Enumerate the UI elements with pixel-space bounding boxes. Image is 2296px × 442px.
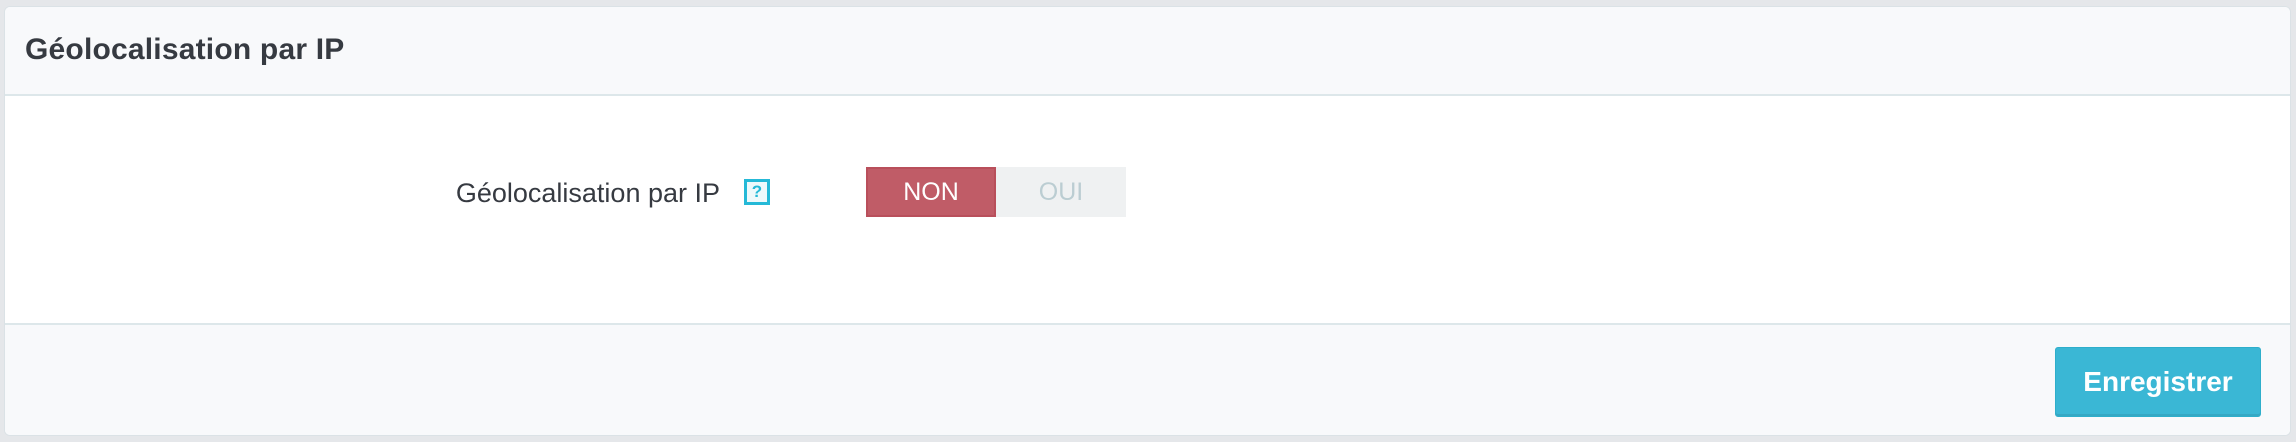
help-icon[interactable]: ? [744,179,770,205]
geolocation-panel: Géolocalisation par IP Géolocalisation p… [4,6,2291,436]
geolocation-form-row: Géolocalisation par IP ? NON OUI [5,167,2290,223]
geolocation-toggle-switch[interactable]: NON OUI [866,167,1126,217]
panel-header: Géolocalisation par IP [5,7,2290,96]
switch-option-oui[interactable]: OUI [996,167,1126,217]
switch-option-non[interactable]: NON [866,167,996,217]
panel-footer: Enregistrer [5,323,2290,435]
save-button[interactable]: Enregistrer [2055,347,2261,417]
geolocation-field-label: Géolocalisation par IP [455,178,720,208]
panel-title: Géolocalisation par IP [25,33,345,66]
